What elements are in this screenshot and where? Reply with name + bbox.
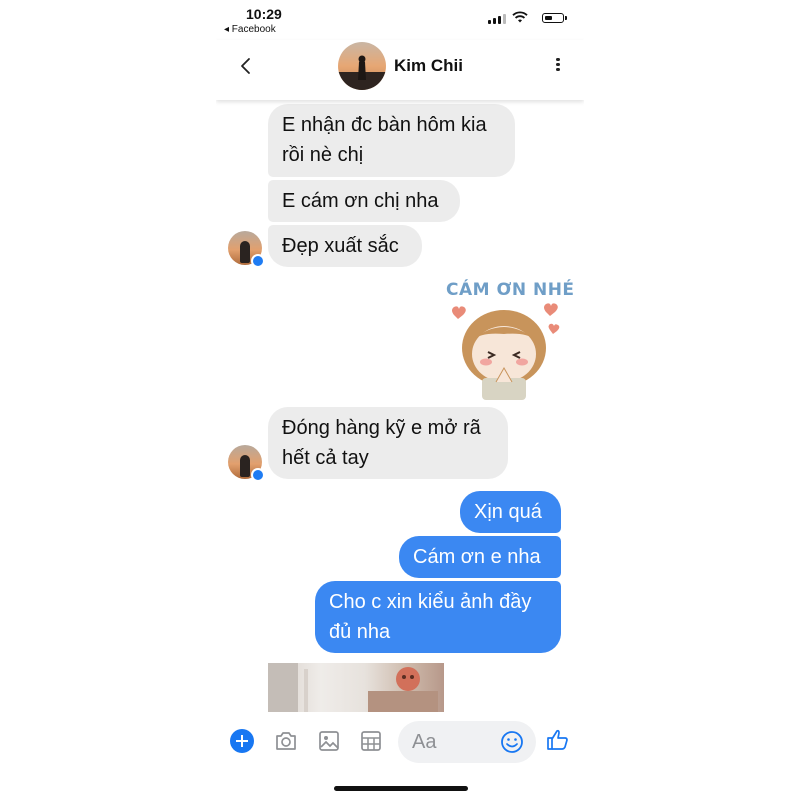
photo-message[interactable] <box>268 663 444 713</box>
message-text: Đẹp xuất sắc <box>282 235 399 257</box>
sticker-caption: CÁM ƠN NHÉ <box>446 280 575 300</box>
status-bar: 10:29 ◂ Facebook <box>216 0 584 40</box>
sticker[interactable]: CÁM ƠN NHÉ <box>442 278 574 400</box>
chat-header: Kim Chii <box>216 40 584 100</box>
messenger-screen: 10:29 ◂ Facebook Kim Chii E nhận đc bàn … <box>216 0 584 800</box>
sender-avatar[interactable] <box>228 445 265 482</box>
incoming-message[interactable]: Đóng hàng kỹ e mở rã hết cả tay <box>268 407 508 479</box>
sender-avatar[interactable] <box>228 231 265 268</box>
gallery-icon[interactable] <box>318 730 340 752</box>
like-icon[interactable] <box>546 728 570 752</box>
outgoing-message[interactable]: Cám ơn e nha <box>399 536 561 578</box>
message-text: Đóng hàng kỹ e mở rã hết cả tay <box>282 417 481 469</box>
vertical-ellipsis-icon[interactable] <box>554 56 562 76</box>
incoming-message[interactable]: Đẹp xuất sắc <box>268 225 422 267</box>
contact-name[interactable]: Kim Chii <box>394 56 463 76</box>
signal-icon <box>488 14 506 24</box>
back-to-app-link[interactable]: ◂ Facebook <box>224 24 276 35</box>
emoji-icon[interactable] <box>500 730 524 754</box>
incoming-message[interactable]: E nhận đc bàn hôm kia rồi nè chị <box>268 104 515 177</box>
battery-icon <box>542 13 567 23</box>
outgoing-message[interactable]: Xịn quá <box>460 491 561 533</box>
home-indicator[interactable] <box>334 786 468 791</box>
outgoing-message[interactable]: Cho c xin kiểu ảnh đầy đủ nha <box>315 581 561 653</box>
status-time: 10:29 <box>246 6 282 22</box>
grid-icon[interactable] <box>360 730 382 752</box>
messenger-badge-icon <box>251 468 265 482</box>
message-text: E cám ơn chị nha <box>282 190 439 212</box>
chevron-left-icon[interactable] <box>234 54 258 78</box>
message-input-placeholder: Aa <box>412 731 437 753</box>
camera-icon[interactable] <box>274 730 298 752</box>
messenger-badge-icon <box>251 254 265 268</box>
message-text: Cho c xin kiểu ảnh đầy đủ nha <box>329 591 532 643</box>
incoming-message[interactable]: E cám ơn chị nha <box>268 180 460 222</box>
message-text: Xịn quá <box>474 501 542 523</box>
message-text: E nhận đc bàn hôm kia rồi nè chị <box>282 114 487 166</box>
plus-icon[interactable] <box>230 729 254 753</box>
sticker-girl-illustration <box>452 303 560 400</box>
wifi-icon <box>512 11 528 23</box>
message-text: Cám ơn e nha <box>413 546 541 568</box>
contact-avatar[interactable] <box>338 42 386 90</box>
